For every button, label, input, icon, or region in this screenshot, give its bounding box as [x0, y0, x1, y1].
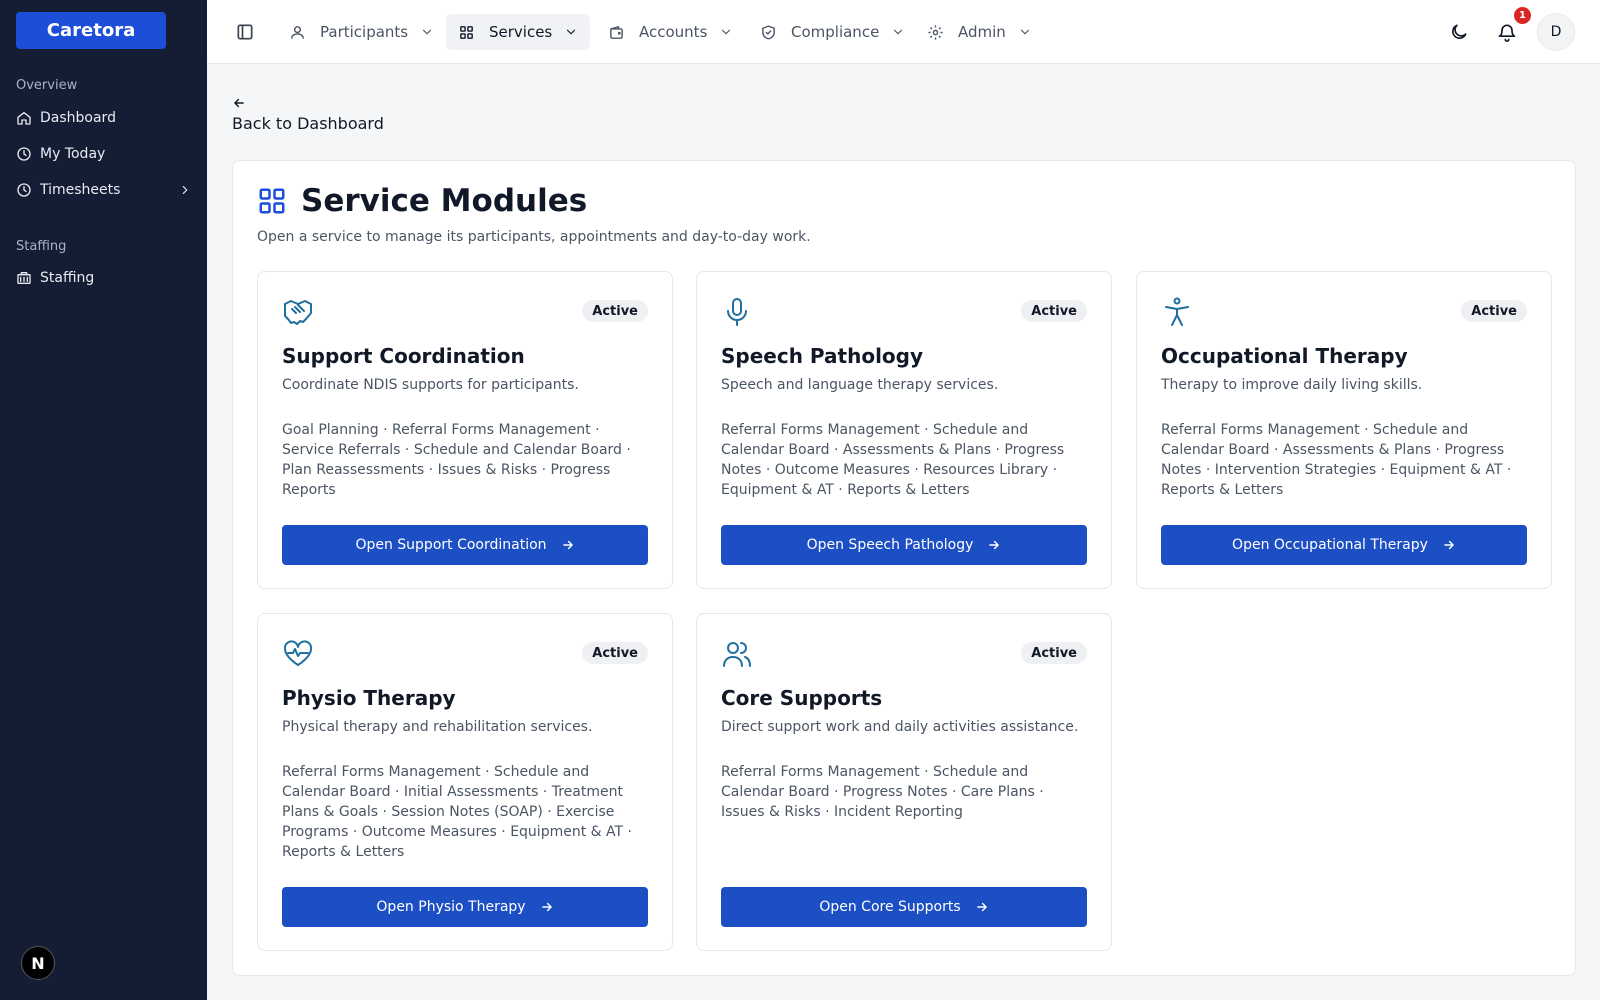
open-support-coordination-button[interactable]: Open Support Coordination	[282, 525, 648, 565]
microphone-icon	[727, 298, 747, 326]
nav-compliance[interactable]: Compliance	[748, 14, 917, 50]
button-label: Open Occupational Therapy	[1232, 537, 1428, 553]
card-description: Physical therapy and rehabilitation serv…	[282, 719, 593, 735]
home-icon	[17, 112, 31, 125]
sidebar: Caretora Overview Dashboard My Today Tim…	[0, 0, 207, 1000]
back-to-dashboard-link[interactable]: Back to Dashboard	[232, 96, 384, 133]
card-features: Referral Forms Management · Schedule and…	[721, 764, 1044, 820]
brand-logo[interactable]: Caretora	[16, 12, 166, 49]
building-icon	[17, 272, 31, 284]
accessibility-icon	[1165, 297, 1189, 326]
grid-icon	[259, 188, 285, 214]
card-speech-pathology: Active Speech Pathology Speech and langu…	[696, 271, 1112, 589]
arrow-right-icon	[976, 902, 987, 912]
card-title: Support Coordination	[282, 344, 525, 368]
arrow-right-icon	[1444, 540, 1454, 550]
heart-pulse-icon	[283, 640, 313, 666]
arrow-right-icon	[989, 540, 1000, 550]
sidebar-item-label: Dashboard	[40, 110, 116, 126]
button-label: Open Speech Pathology	[806, 537, 974, 553]
card-features: Referral Forms Management · Schedule and…	[1161, 422, 1512, 498]
card-title: Speech Pathology	[721, 344, 924, 368]
card-physio-therapy: Active Physio Therapy Physical therapy a…	[257, 613, 673, 951]
open-occupational-therapy-button[interactable]: Open Occupational Therapy	[1161, 525, 1527, 565]
card-support-coordination: Active Support Coordination Coordinate N…	[257, 271, 673, 589]
button-label: Open Support Coordination	[355, 537, 547, 553]
chevron-down-icon	[722, 29, 731, 35]
nav-label: Accounts	[639, 23, 708, 41]
card-description: Coordinate NDIS supports for participant…	[282, 377, 579, 393]
sidebar-item-my-today[interactable]: My Today	[16, 141, 192, 167]
nav-label: Compliance	[791, 23, 880, 41]
nav-accounts[interactable]: Accounts	[596, 14, 745, 50]
open-speech-pathology-button[interactable]: Open Speech Pathology	[721, 525, 1087, 565]
arrow-right-icon	[541, 902, 552, 912]
page-title: Service Modules	[257, 183, 587, 219]
nav-services[interactable]: Services	[446, 14, 591, 50]
handshake-icon	[284, 300, 312, 325]
sidebar-section-staffing: Staffing	[16, 239, 67, 254]
button-label: Open Core Supports	[819, 899, 961, 915]
gear-icon	[928, 24, 943, 40]
chevron-down-icon	[894, 29, 903, 35]
card-features: Referral Forms Management · Schedule and…	[721, 422, 1065, 498]
card-description: Therapy to improve daily living skills.	[1161, 377, 1423, 393]
bell-icon[interactable]	[1497, 22, 1517, 42]
card-core-supports: Active Core Supports Direct support work…	[696, 613, 1112, 951]
card-features: Referral Forms Management · Schedule and…	[282, 764, 632, 860]
shield-check-icon	[762, 24, 775, 40]
card-description: Direct support work and daily activities…	[721, 719, 1079, 735]
clock-icon	[17, 183, 31, 197]
arrow-left-icon	[234, 98, 244, 108]
chevron-down-icon	[423, 29, 432, 35]
user-icon	[291, 25, 304, 39]
card-description: Speech and language therapy services.	[721, 377, 999, 393]
sidebar-toggle-icon[interactable]	[235, 22, 255, 42]
sidebar-item-label: My Today	[40, 146, 106, 162]
card-title: Core Supports	[721, 686, 883, 710]
chevron-down-icon	[1020, 29, 1029, 35]
card-occupational-therapy: Active Occupational Therapy Therapy to i…	[1136, 271, 1552, 589]
sidebar-item-dashboard[interactable]: Dashboard	[16, 105, 192, 131]
status-badge: Active	[1021, 300, 1087, 322]
nav-label: Admin	[958, 23, 1006, 41]
nav-label: Services	[489, 23, 553, 41]
chevron-right-icon	[182, 185, 188, 195]
nav-participants[interactable]: Participants	[277, 14, 446, 50]
arrow-right-icon	[562, 540, 573, 550]
notification-count-badge: 1	[1514, 7, 1531, 24]
service-modules-panel: Service Modules Open a service to manage…	[232, 160, 1576, 976]
sidebar-section-overview: Overview	[16, 78, 78, 93]
page-subtitle: Open a service to manage its participant…	[257, 229, 811, 245]
page-title-text: Service Modules	[301, 183, 588, 219]
top-navigation-bar: Participants Services Accounts Complianc…	[207, 0, 1600, 64]
button-label: Open Physio Therapy	[376, 899, 526, 915]
sidebar-item-timesheets[interactable]: Timesheets	[16, 177, 192, 203]
wallet-icon	[610, 25, 623, 39]
nav-label: Participants	[320, 23, 409, 41]
card-title: Occupational Therapy	[1161, 344, 1408, 368]
back-link-label: Back to Dashboard	[232, 114, 384, 133]
users-icon	[723, 642, 751, 667]
dev-tools-badge[interactable]: N	[21, 946, 55, 980]
card-features: Goal Planning · Referral Forms Managemen…	[282, 422, 631, 498]
card-title: Physio Therapy	[282, 686, 456, 710]
sidebar-item-label: Timesheets	[40, 182, 121, 198]
status-badge: Active	[1461, 300, 1527, 322]
open-physio-therapy-button[interactable]: Open Physio Therapy	[282, 887, 648, 927]
chevron-down-icon	[567, 29, 576, 35]
sidebar-item-label: Staffing	[40, 270, 95, 286]
status-badge: Active	[582, 642, 648, 664]
sidebar-item-staffing[interactable]: Staffing	[16, 265, 192, 291]
grid-icon	[460, 25, 473, 39]
clock-icon	[17, 147, 31, 161]
avatar[interactable]: D	[1537, 13, 1575, 51]
status-badge: Active	[582, 300, 648, 322]
nav-admin[interactable]: Admin	[915, 14, 1044, 50]
status-badge: Active	[1021, 642, 1087, 664]
moon-icon[interactable]	[1449, 22, 1469, 42]
open-core-supports-button[interactable]: Open Core Supports	[721, 887, 1087, 927]
